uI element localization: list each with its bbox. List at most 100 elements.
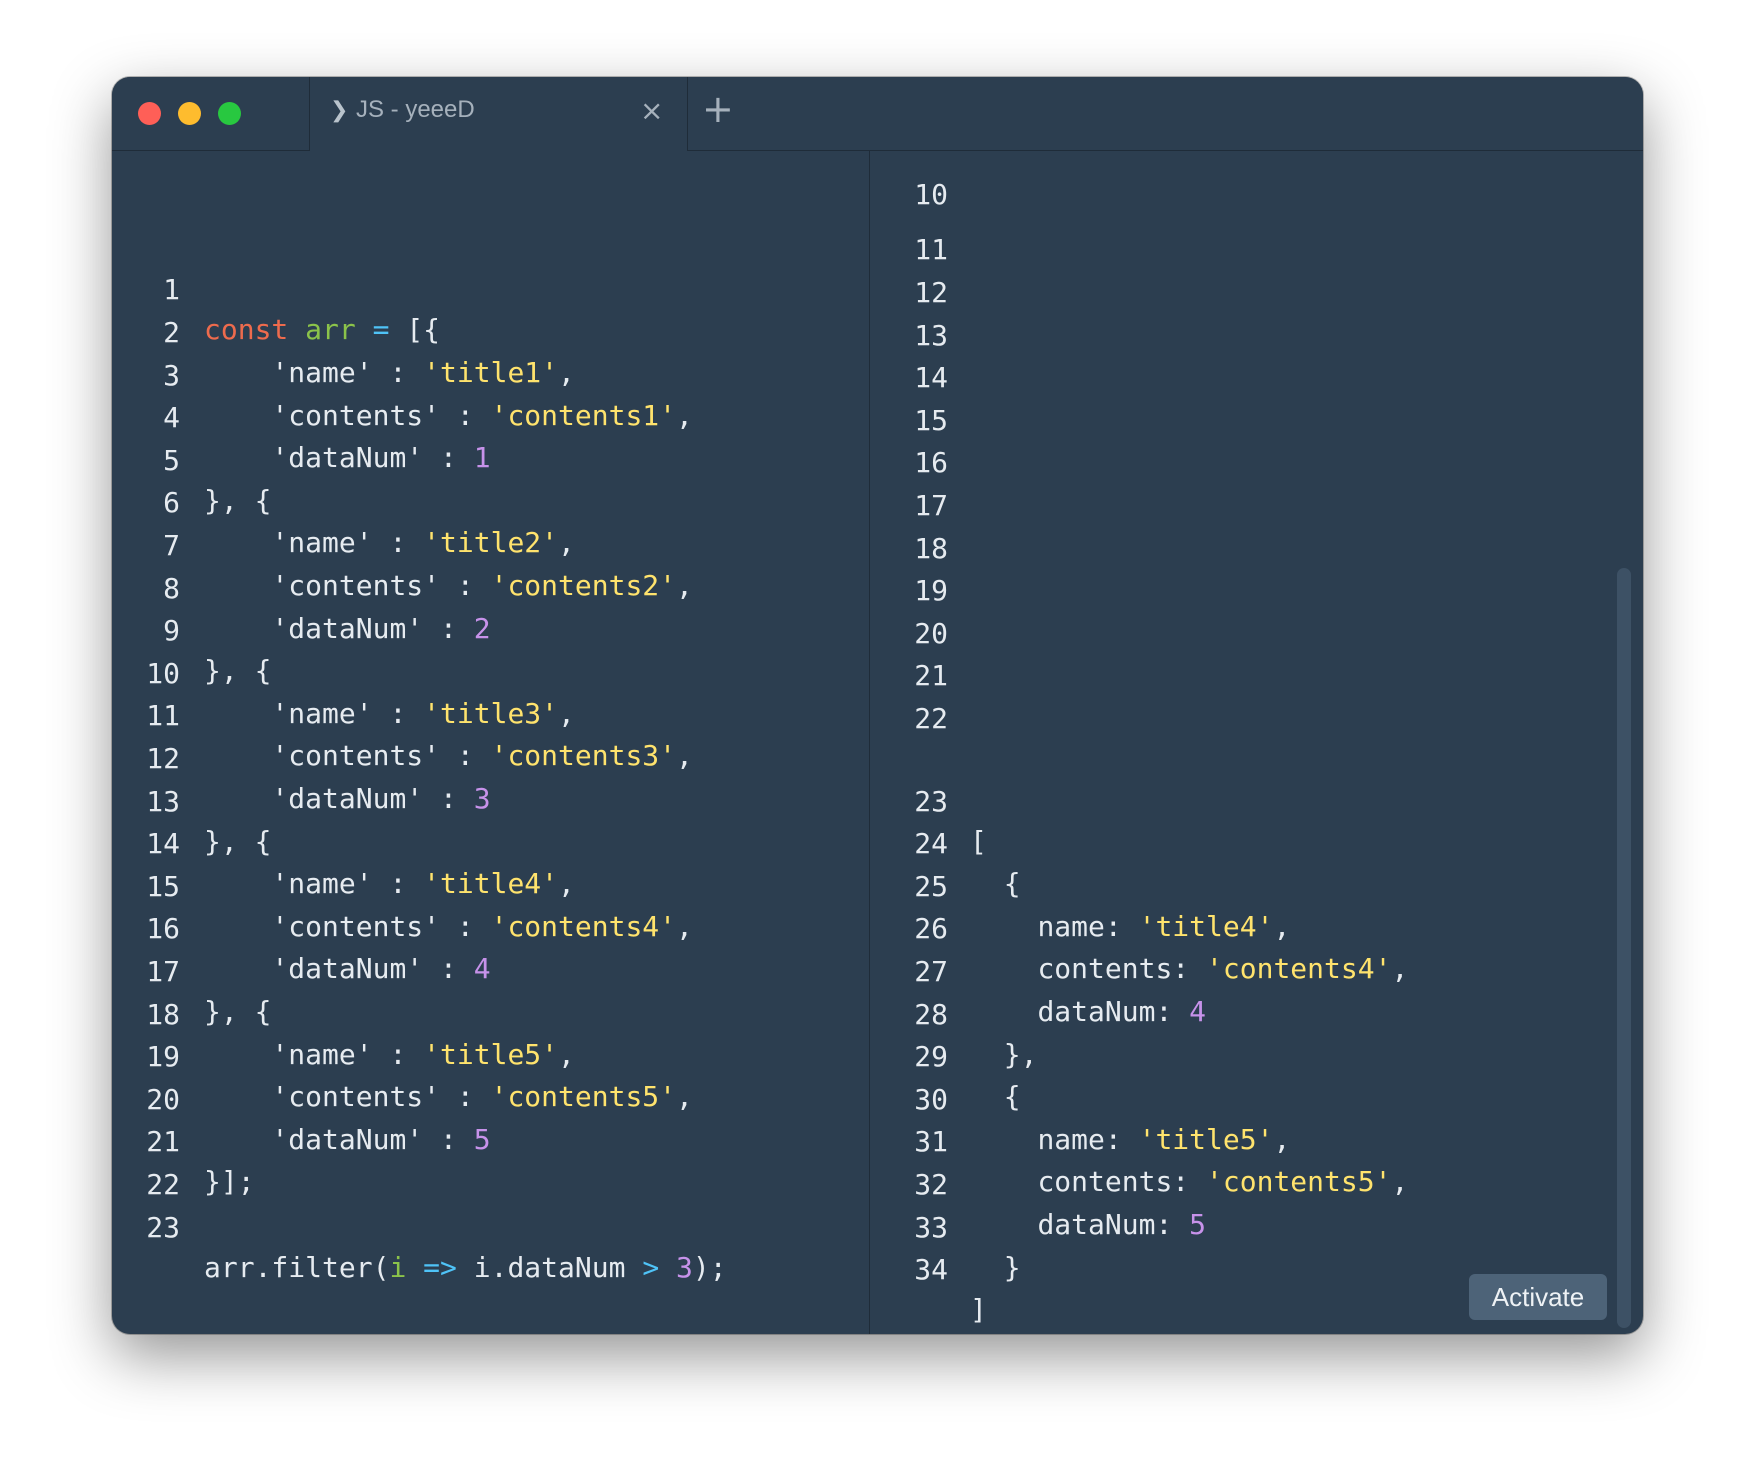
punctuation: ,: [1273, 1123, 1291, 1156]
object-key: 'name' :: [271, 526, 424, 559]
string-value: 'contents1': [490, 399, 677, 432]
string-value: 'title5': [1138, 1123, 1274, 1156]
line-number: 10: [914, 178, 948, 211]
string-value: 'title2': [423, 526, 559, 559]
activate-button[interactable]: Activate: [1469, 1274, 1607, 1320]
punctuation: }, {: [204, 995, 272, 1028]
new-tab-icon[interactable]: +: [702, 87, 734, 131]
punctuation: {: [1003, 867, 1021, 900]
traffic-lights: [138, 102, 241, 125]
code-line: 9 }, {: [112, 571, 271, 687]
punctuation: [: [970, 825, 987, 858]
close-tab-icon[interactable]: ×: [640, 94, 663, 127]
property-access: i.dataNum: [473, 1251, 626, 1284]
output-line: 27 dataNum: 4: [870, 912, 1206, 1028]
keyword: const: [204, 313, 289, 346]
line-number: 15: [914, 404, 948, 437]
punctuation: [{: [406, 313, 441, 346]
string-value: 'contents2': [490, 569, 677, 602]
punctuation: }: [1003, 1251, 1021, 1284]
maximize-window-icon[interactable]: [218, 102, 241, 125]
number-value: 3: [676, 1251, 693, 1284]
number-value: 2: [473, 612, 491, 645]
scrollbar-thumb[interactable]: [1617, 568, 1631, 1328]
line-number: 12: [914, 276, 948, 309]
close-window-icon[interactable]: [138, 102, 161, 125]
object-key: 'dataNum' :: [271, 1123, 474, 1156]
number-value: 4: [473, 952, 491, 985]
tab-js-yeeed[interactable]: ❯ JS - yeeeD ×: [309, 77, 688, 151]
code-line: 13 }, {: [112, 742, 271, 858]
comparison-operator: >: [642, 1251, 660, 1284]
object-key: 'name' :: [271, 867, 424, 900]
object-key: name:: [1037, 1123, 1139, 1156]
line-number: 19: [914, 574, 948, 607]
output-line: 28 },: [870, 955, 1037, 1071]
code-line: 18 'name' : 'title5',: [112, 955, 575, 1071]
punctuation: ,: [558, 356, 575, 389]
punctuation: ,: [676, 399, 693, 432]
punctuation: ,: [676, 739, 693, 772]
chevron-right-icon: ❯: [330, 98, 349, 123]
code-line: 3 'contents' : 'contents1',: [112, 316, 693, 432]
output-line: 24 {: [870, 784, 1020, 900]
tab-title: JS - yeeeD: [356, 96, 475, 123]
output-line: 10: [870, 151, 971, 211]
operator: =: [372, 313, 390, 346]
arrow-operator: =>: [423, 1251, 457, 1284]
code-line: 10 'name' : 'title3',: [112, 614, 575, 730]
code-editor-pane[interactable]: 1 const arr = [{ 2 'name' : 'title1', 3 …: [112, 151, 870, 1334]
output-line: 31 contents: 'contents5',: [870, 1082, 1408, 1198]
punctuation: }, {: [204, 654, 272, 687]
code-line: 12 'dataNum' : 3: [112, 699, 490, 815]
object-key: 'dataNum' :: [271, 612, 474, 645]
object-key: 'contents' :: [271, 739, 491, 772]
object-key: 'dataNum' :: [271, 952, 474, 985]
output-line: 30 name: 'title5',: [870, 1040, 1290, 1156]
punctuation: ,: [676, 910, 693, 943]
punctuation: ,: [558, 526, 575, 559]
line-number: 16: [914, 446, 948, 479]
code-line: 23 arr.filter(i => i.dataNum > 3);: [112, 1168, 726, 1284]
punctuation: }, {: [204, 825, 272, 858]
punctuation: ,: [1273, 910, 1291, 943]
string-value: 'title4': [1138, 910, 1274, 943]
object-key: dataNum:: [1037, 1208, 1190, 1241]
line-number: 21: [914, 659, 948, 692]
number-value: 3: [473, 782, 491, 815]
object-key: 'contents' :: [271, 1080, 491, 1113]
minimize-window-icon[interactable]: [178, 102, 201, 125]
line-number: 22: [914, 702, 948, 735]
output-pane[interactable]: 10 11 12 13 14 15 16 17 18 19 20 21 22 2…: [870, 151, 1643, 1334]
line-number: 23: [146, 1211, 180, 1244]
string-value: 'title4': [423, 867, 559, 900]
number-value: 5: [1189, 1208, 1207, 1241]
object-key: 'dataNum' :: [271, 782, 474, 815]
code-line: 8 'dataNum' : 2: [112, 529, 490, 645]
output-line: 26 contents: 'contents4',: [870, 869, 1408, 985]
code-line: 7 'contents' : 'contents2',: [112, 486, 693, 602]
code-line: 5 }, {: [112, 401, 271, 517]
parameter: i: [389, 1251, 407, 1284]
code-line: 21 }];: [112, 1082, 254, 1198]
object-key: 'contents' :: [271, 399, 491, 432]
string-value: 'title1': [423, 356, 559, 389]
punctuation: {: [1003, 1080, 1021, 1113]
number-value: 1: [473, 441, 491, 474]
object-key: dataNum:: [1037, 995, 1190, 1028]
code-line: 6 'name' : 'title2',: [112, 443, 575, 559]
object-key: 'contents' :: [271, 910, 491, 943]
punctuation: ,: [558, 1038, 575, 1071]
string-value: 'title5': [423, 1038, 559, 1071]
punctuation: ,: [558, 867, 575, 900]
object-key: 'name' :: [271, 356, 424, 389]
code-line: 2 'name' : 'title1',: [112, 273, 575, 389]
variable: arr: [305, 313, 356, 346]
object-key: 'dataNum' :: [271, 441, 474, 474]
object-key: 'name' :: [271, 1038, 424, 1071]
code-line: 17 }, {: [112, 912, 271, 1028]
string-value: 'contents4': [490, 910, 677, 943]
method-call: arr.filter(: [204, 1251, 390, 1284]
punctuation: ,: [1391, 952, 1409, 985]
punctuation: },: [1003, 1038, 1038, 1071]
